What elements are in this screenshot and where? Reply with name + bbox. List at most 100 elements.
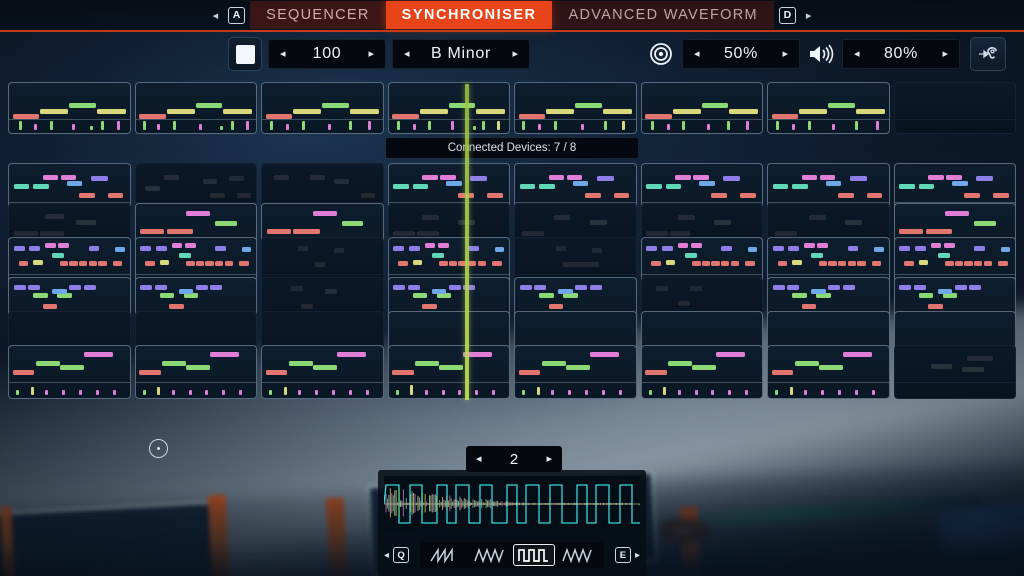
note-bar [645, 370, 667, 375]
cell-divider [9, 119, 130, 120]
note-bar [186, 211, 210, 216]
device-cell[interactable] [388, 345, 511, 399]
page-stepper[interactable]: ◂ 2 ▸ [466, 446, 562, 472]
device-cell[interactable] [135, 82, 258, 134]
note-bar [519, 114, 546, 119]
waveform-prev-group[interactable]: ◂ Q [384, 547, 409, 563]
note-bar [556, 246, 566, 251]
playhead-indicator [465, 84, 469, 400]
note-bar [210, 285, 222, 290]
device-cell[interactable] [894, 345, 1017, 399]
device-cell[interactable] [388, 82, 511, 134]
velocity-tick [682, 121, 685, 130]
device-cell[interactable] [261, 345, 384, 399]
device-cell[interactable] [894, 82, 1017, 134]
tempo-increment[interactable]: ▸ [368, 49, 374, 60]
note-bar [315, 262, 325, 267]
waveform-next-arrow[interactable]: ▸ [635, 550, 640, 561]
tab-next-arrow[interactable]: ▸ [801, 9, 817, 22]
stop-button[interactable] [228, 37, 262, 71]
velocity-tick [876, 121, 879, 130]
velocity-tick [199, 124, 202, 130]
note-bar [139, 114, 166, 119]
velocity-tick [522, 121, 525, 130]
note-bar [293, 229, 320, 234]
sawtooth-wave-icon[interactable] [425, 544, 467, 566]
listen-button[interactable] [970, 37, 1006, 71]
device-cell[interactable] [767, 82, 890, 134]
note-bar [567, 175, 583, 180]
note-bar [651, 261, 661, 266]
key-increment[interactable]: ▸ [512, 49, 518, 60]
note-bar [692, 261, 700, 266]
note-bar [693, 175, 709, 180]
note-bar [928, 175, 944, 180]
velocity-tick [568, 390, 571, 395]
triangle-wave-icon[interactable] [557, 544, 599, 566]
device-cell[interactable] [8, 82, 131, 134]
note-bar [799, 109, 827, 114]
note-bar [432, 253, 444, 258]
waveform-next-group[interactable]: E ▸ [615, 547, 640, 563]
intensity-increment[interactable]: ▸ [782, 49, 788, 60]
intensity-stepper[interactable]: ◂ 50% ▸ [682, 39, 800, 69]
velocity-tick [425, 390, 428, 395]
note-bar [520, 285, 532, 290]
device-cell[interactable] [641, 345, 764, 399]
device-cell[interactable] [261, 82, 384, 134]
velocity-tick [101, 121, 104, 130]
tab-advanced-waveform[interactable]: ADVANCED WAVEFORM [552, 1, 773, 29]
note-bar [772, 370, 794, 375]
device-cell[interactable] [514, 345, 637, 399]
tab-synchroniser[interactable]: SYNCHRONISER [386, 1, 553, 29]
note-bar [678, 301, 690, 306]
note-bar [984, 261, 992, 266]
note-bar [590, 220, 607, 225]
note-bar [993, 193, 1009, 198]
device-cell[interactable] [514, 82, 637, 134]
note-bar [998, 261, 1008, 266]
note-bar [856, 109, 885, 114]
device-cell[interactable] [8, 345, 131, 399]
tempo-value: 100 [286, 45, 369, 63]
note-bar [186, 261, 194, 266]
ramp-wave-icon[interactable] [469, 544, 511, 566]
key-stepper[interactable]: ◂ B Minor ▸ [392, 39, 530, 69]
waveform-prev-arrow[interactable]: ◂ [384, 550, 389, 561]
device-cell[interactable] [641, 82, 764, 134]
note-bar [334, 248, 344, 253]
page-increment[interactable]: ▸ [546, 454, 552, 465]
tempo-stepper[interactable]: ◂ 100 ▸ [268, 39, 386, 69]
note-bar [974, 261, 982, 266]
note-bar [420, 109, 448, 114]
note-bar [440, 175, 456, 180]
note-bar [678, 215, 695, 220]
volume-increment[interactable]: ▸ [942, 49, 948, 60]
note-bar [291, 286, 303, 291]
note-bar [914, 285, 926, 290]
note-bar [289, 361, 313, 366]
device-cell[interactable] [767, 345, 890, 399]
note-bar [40, 231, 64, 236]
velocity-tick [581, 124, 584, 130]
velocity-tick [604, 121, 607, 130]
tab-prev-arrow[interactable]: ◂ [208, 9, 224, 22]
note-bar [19, 261, 29, 266]
note-bar [740, 193, 756, 198]
page-decrement[interactable]: ◂ [476, 454, 482, 465]
note-bar [828, 261, 836, 266]
note-bar [952, 181, 968, 186]
velocity-tick [667, 124, 670, 130]
note-bar [140, 246, 151, 251]
square-wave-icon[interactable] [513, 544, 555, 566]
tab-sequencer[interactable]: SEQUENCER [250, 1, 386, 29]
volume-stepper[interactable]: ◂ 80% ▸ [842, 39, 960, 69]
velocity-tick [663, 387, 666, 395]
note-bar [185, 243, 196, 248]
cell-divider [262, 274, 383, 275]
note-bar [711, 261, 719, 266]
device-cell[interactable] [135, 345, 258, 399]
note-bar [492, 261, 502, 266]
cell-divider [9, 382, 130, 383]
note-bar [156, 246, 167, 251]
